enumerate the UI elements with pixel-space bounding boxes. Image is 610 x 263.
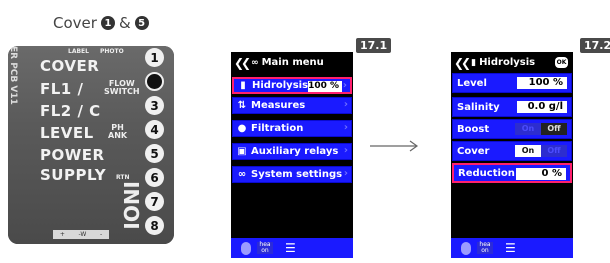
back-icon[interactable]: ❮❮ xyxy=(234,56,251,70)
pin-2: 2 xyxy=(145,72,164,91)
pcb-photo-text: PHOTO xyxy=(100,48,124,55)
boost-toggle-off[interactable]: Off xyxy=(541,123,567,135)
screen-hidrolysis: ❮❮ ▮ Hidrolysis OK Level 100 % Salinity … xyxy=(451,52,573,258)
title-text: Cover xyxy=(53,14,97,32)
pcb-ioni-text: IONI xyxy=(120,181,144,230)
row-reduction[interactable]: Reduction 0 % xyxy=(452,163,572,183)
num-badge-1: 1 xyxy=(100,16,115,30)
screen1-title: Main menu xyxy=(261,57,324,68)
page-title: Cover 1 & 5 xyxy=(53,14,149,32)
pin-8: 8 xyxy=(145,216,164,235)
row-value-salinity: 0.0 g/l xyxy=(517,101,567,113)
bulb-icon: ▮ xyxy=(471,57,477,68)
heater-icon xyxy=(461,241,471,255)
pin-5: 5 xyxy=(145,144,164,163)
row-label-level: Level xyxy=(457,77,487,89)
pcb-label-power: POWER xyxy=(40,146,105,164)
row-label-salinity: Salinity xyxy=(457,101,500,113)
screen2-title: Hidrolysis xyxy=(479,57,536,68)
pcb-label-supply: SUPPLY xyxy=(40,166,107,184)
pin-3: 3 xyxy=(145,96,164,115)
arrows-icon: ⇅ xyxy=(237,100,247,111)
row-label-cover: Cover xyxy=(457,145,490,157)
num-badge-5: 5 xyxy=(134,16,149,30)
cover-toggle-on[interactable]: On xyxy=(515,145,541,157)
relay-icon: ▣ xyxy=(237,146,247,157)
heater-status: hea on xyxy=(477,242,493,254)
menu-item-filtration[interactable]: ● Filtration › xyxy=(232,120,352,137)
boost-toggle[interactable]: On Off xyxy=(515,123,567,135)
pcb-bottom-strip: + -W - xyxy=(53,230,109,239)
back-icon[interactable]: ❮❮ xyxy=(454,56,471,70)
pcb-side-text: ER PCB V11 xyxy=(8,46,18,105)
row-value-level: 100 % xyxy=(517,77,567,89)
menu-value-hidrolysis: 100 % xyxy=(308,81,342,92)
strip-w: -W xyxy=(78,231,87,238)
chevron-right-icon: › xyxy=(343,145,348,156)
pcb-label-level: LEVEL xyxy=(40,124,94,142)
menu-label-measures: Measures xyxy=(251,100,306,111)
arrow-right-icon xyxy=(370,140,419,152)
screen2-titlebar: ❮❮ ▮ Hidrolysis OK xyxy=(451,52,573,73)
pcb-label-ph-tank: PH ANK xyxy=(108,123,128,140)
chevron-right-icon: › xyxy=(343,168,348,179)
row-cover[interactable]: Cover On Off xyxy=(452,141,572,161)
step-label-17-2: 17.2 xyxy=(580,38,610,53)
screen1-bottombar: hea on ☰ xyxy=(231,238,353,258)
menu-label-filtration: Filtration xyxy=(251,123,304,134)
list-icon[interactable]: ☰ xyxy=(285,241,296,255)
title-sep: & xyxy=(118,14,131,32)
cover-toggle[interactable]: On Off xyxy=(515,145,567,157)
step-label-17-1: 17.1 xyxy=(356,38,392,53)
pin-7: 7 xyxy=(145,192,164,211)
ok-button[interactable]: OK xyxy=(555,57,568,68)
menu-item-hidrolysis[interactable]: ▮ Hidrolysis 100 % › xyxy=(232,77,352,94)
screen-main-menu: ❮❮ ∞ Main menu ▮ Hidrolysis 100 % › ⇅ Me… xyxy=(231,52,353,258)
row-salinity[interactable]: Salinity 0.0 g/l xyxy=(452,97,572,117)
drop-icon: ● xyxy=(237,123,247,134)
chevron-right-icon: › xyxy=(343,99,348,110)
pcb-label-flow-switch: FLOW SWITCH xyxy=(104,79,140,96)
pcb-label-fl2: FL2 / C xyxy=(40,102,101,120)
chevron-right-icon: › xyxy=(343,122,348,133)
pin-4: 4 xyxy=(145,120,164,139)
menu-label-auxiliary-relays: Auxiliary relays xyxy=(251,146,339,157)
screen1-titlebar: ❮❮ ∞ Main menu xyxy=(231,52,353,73)
menu-item-system-settings[interactable]: ∞ System settings › xyxy=(232,166,352,183)
menu-item-auxiliary-relays[interactable]: ▣ Auxiliary relays › xyxy=(232,143,352,160)
screen2-bottombar: hea on ☰ xyxy=(451,238,573,258)
pin-1: 1 xyxy=(145,48,164,67)
pcb-pin-column: 1 2 3 4 5 6 7 8 xyxy=(145,46,165,244)
list-icon[interactable]: ☰ xyxy=(505,241,516,255)
menu-item-measures[interactable]: ⇅ Measures › xyxy=(232,97,352,114)
strip-minus: - xyxy=(99,231,103,238)
row-value-reduction: 0 % xyxy=(516,168,566,180)
pcb-label-fl1: FL1 / xyxy=(40,80,84,98)
strip-plus: + xyxy=(59,231,65,238)
heater-icon xyxy=(241,241,251,255)
pin-6: 6 xyxy=(145,168,164,187)
gear-icon: ∞ xyxy=(237,169,247,180)
boost-toggle-on[interactable]: On xyxy=(515,123,541,135)
bulb-icon: ▮ xyxy=(240,80,246,91)
pcb-label-cover: COVER xyxy=(40,57,100,75)
pcb-label-text: LABEL xyxy=(68,48,89,55)
chevron-right-icon: › xyxy=(342,80,347,91)
row-level[interactable]: Level 100 % xyxy=(452,73,572,93)
row-label-boost: Boost xyxy=(457,123,490,135)
menu-label-system-settings: System settings xyxy=(251,169,343,180)
cover-toggle-off[interactable]: Off xyxy=(541,145,567,157)
row-boost[interactable]: Boost On Off xyxy=(452,119,572,139)
pcb-photo: ER PCB V11 LABEL PHOTO COVER FL1 / FLOW … xyxy=(8,46,174,244)
menu-label-hidrolysis: Hidrolysis xyxy=(252,80,309,91)
row-label-reduction: Reduction xyxy=(458,167,515,179)
settings-icon: ∞ xyxy=(251,57,259,68)
heater-status: hea on xyxy=(257,242,273,254)
